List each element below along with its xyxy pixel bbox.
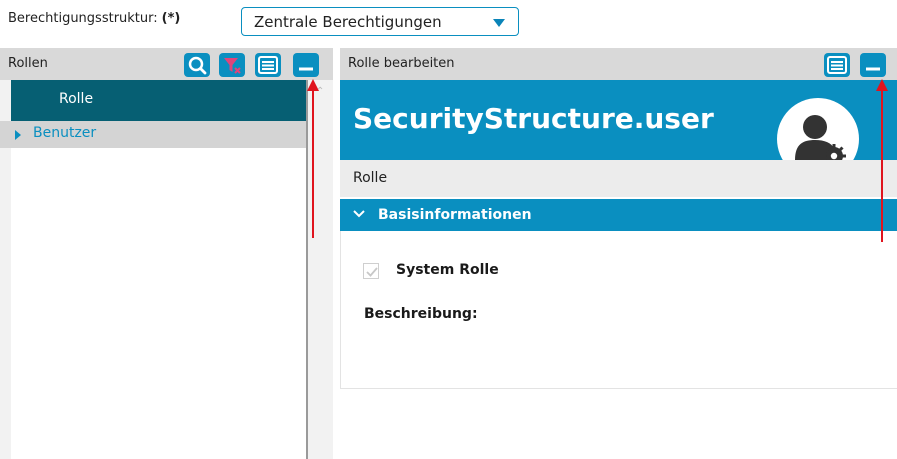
expand-triangle-icon[interactable] [15, 130, 21, 140]
minimize-button[interactable] [860, 53, 886, 77]
section-title: Basisinformationen [378, 207, 532, 223]
tree-item-label: Rolle [59, 91, 94, 107]
chevron-down-icon [493, 19, 505, 27]
system-role-label: System Rolle [396, 262, 499, 278]
system-role-checkbox[interactable] [363, 263, 379, 279]
description-label: Beschreibung: [364, 306, 478, 322]
roles-panel: Rollen Rolle Benutzer ⌃ [0, 48, 333, 459]
tree-item-label: Benutzer [33, 125, 97, 141]
role-banner: SecurityStructure.user [340, 80, 897, 180]
search-button[interactable] [184, 53, 210, 77]
annotation-arrow-right [881, 88, 883, 242]
menu-icon [258, 56, 278, 74]
annotation-arrowhead-right [876, 79, 888, 91]
role-type-label: Rolle [353, 170, 388, 186]
tree-item-benutzer[interactable]: Benutzer [0, 121, 306, 148]
structure-select[interactable]: Zentrale Berechtigungen [241, 7, 519, 36]
filter-clear-icon [224, 58, 241, 74]
menu-button[interactable] [255, 53, 281, 77]
structure-select-value: Zentrale Berechtigungen [254, 13, 442, 31]
role-subheader: Rolle [340, 160, 897, 197]
structure-label: Berechtigungsstruktur: (*) [8, 11, 180, 26]
edit-role-panel-title: Rolle bearbeiten [348, 56, 455, 71]
edit-role-panel: Rolle bearbeiten SecurityStructure.user [340, 48, 897, 459]
minimize-button[interactable] [293, 53, 319, 77]
roles-tree: Rolle Benutzer [0, 80, 306, 459]
section-basisinformationen[interactable]: Basisinformationen [340, 199, 897, 231]
menu-button[interactable] [824, 53, 850, 77]
search-icon [188, 56, 207, 75]
basic-info-form: System Rolle Beschreibung: [340, 231, 897, 389]
clear-filter-button[interactable] [219, 53, 245, 77]
menu-icon [827, 56, 847, 74]
roles-panel-title: Rollen [8, 56, 48, 71]
annotation-arrow-left [312, 88, 314, 238]
banner-title: SecurityStructure.user [353, 102, 714, 135]
top-toolbar: Berechtigungsstruktur: (*) Zentrale Berec… [0, 0, 897, 47]
checkmark-icon [366, 267, 378, 277]
tree-item-rolle[interactable]: Rolle [11, 80, 306, 121]
roles-panel-header: Rollen [0, 48, 333, 80]
chevron-down-icon [353, 210, 365, 218]
minimize-icon [299, 67, 313, 71]
structure-label-text: Berechtigungsstruktur: [8, 11, 158, 26]
panel-splitter[interactable] [306, 80, 308, 459]
minimize-icon [866, 67, 880, 71]
edit-role-panel-header: Rolle bearbeiten [340, 48, 897, 80]
required-mark: (*) [161, 11, 181, 26]
annotation-arrowhead-left [307, 79, 319, 91]
